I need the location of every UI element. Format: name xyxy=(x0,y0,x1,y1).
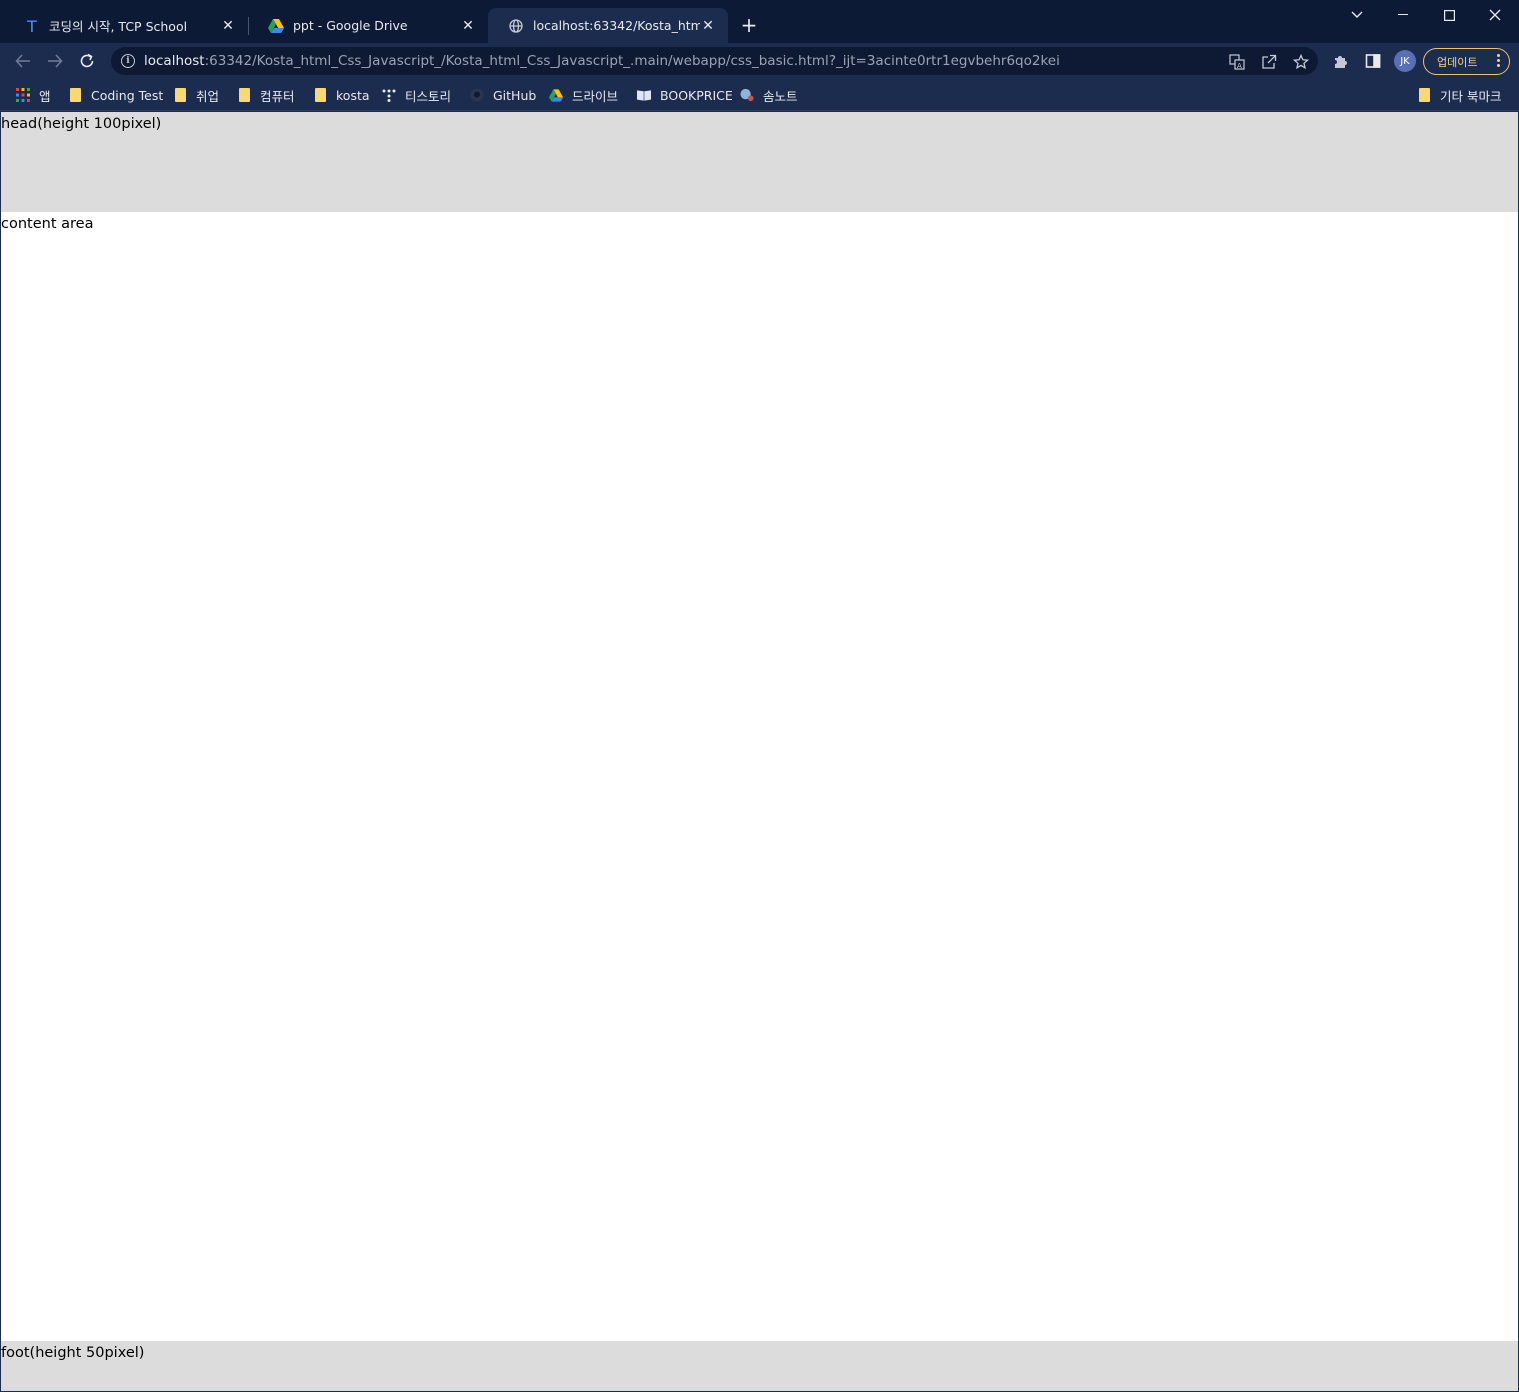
bookmark-label: BOOKPRICE xyxy=(660,87,733,103)
maximize-icon[interactable] xyxy=(1426,4,1472,26)
svg-text:A: A xyxy=(1237,62,1242,70)
folder-icon xyxy=(313,88,327,102)
back-arrow-icon[interactable] xyxy=(11,49,35,73)
browser-toolbar: i localhost:63342/Kosta_html_Css_Javascr… xyxy=(0,43,1519,79)
close-icon[interactable]: ✕ xyxy=(460,18,476,34)
google-drive-icon xyxy=(549,88,563,102)
folder-icon xyxy=(237,88,251,102)
reload-icon[interactable] xyxy=(75,49,99,73)
tab-localhost[interactable]: localhost:63342/Kosta_html_Css_ ✕ xyxy=(488,8,728,43)
svg-text:T: T xyxy=(26,18,37,34)
folder-icon xyxy=(68,88,82,102)
folder-icon xyxy=(173,88,187,102)
bookmark-coding-test[interactable]: Coding Test xyxy=(68,85,163,105)
tistory-icon xyxy=(382,88,396,102)
side-panel-icon[interactable] xyxy=(1364,52,1382,70)
close-icon[interactable]: ✕ xyxy=(220,18,236,34)
close-icon[interactable]: ✕ xyxy=(700,18,716,34)
page-content: content area xyxy=(1,212,1518,1341)
content-text: content area xyxy=(1,216,94,232)
globe-icon xyxy=(508,18,524,34)
bookmark-kosta[interactable]: kosta xyxy=(313,85,370,105)
page-head: head(height 100pixel) xyxy=(1,112,1518,212)
bookmark-label: 컴퓨터 xyxy=(260,88,295,104)
page-viewport: head(height 100pixel) content area foot(… xyxy=(1,112,1518,1391)
head-text: head(height 100pixel) xyxy=(1,116,162,132)
bookmark-label: kosta xyxy=(336,87,370,103)
tab-title: localhost:63342/Kosta_html_Css_ xyxy=(533,18,700,33)
bookmark-job[interactable]: 취업 xyxy=(173,85,219,105)
tab-title: 코딩의 시작, TCP School xyxy=(49,19,188,34)
url-host: localhost xyxy=(144,53,205,69)
bookmark-label: 앱 xyxy=(39,88,51,104)
forward-arrow-icon[interactable] xyxy=(43,49,67,73)
bookmark-apps[interactable]: 앱 xyxy=(16,85,51,105)
bookmark-label: 기타 북마크 xyxy=(1440,88,1502,104)
book-icon xyxy=(637,88,651,102)
somnote-icon xyxy=(740,88,754,102)
page-foot: foot(height 50pixel) xyxy=(1,1341,1518,1391)
extensions-puzzle-icon[interactable] xyxy=(1332,52,1350,70)
bookmark-label: 드라이브 xyxy=(572,88,619,104)
update-button[interactable]: 업데이트 xyxy=(1423,48,1510,75)
google-drive-icon xyxy=(268,18,284,34)
window-frame-left xyxy=(0,111,1,1392)
url-path: :63342/Kosta_html_Css_Javascript_/Kosta_… xyxy=(204,53,1060,69)
bookmark-bookprice[interactable]: BOOKPRICE xyxy=(637,85,733,105)
address-bar[interactable]: i localhost:63342/Kosta_html_Css_Javascr… xyxy=(111,47,1318,75)
update-label: 업데이트 xyxy=(1437,55,1478,69)
bookmark-star-icon[interactable] xyxy=(1292,53,1310,71)
foot-text: foot(height 50pixel) xyxy=(1,1345,145,1361)
folder-icon xyxy=(1417,88,1431,102)
tab-google-drive[interactable]: ppt - Google Drive ✕ xyxy=(248,8,488,43)
bookmark-computer[interactable]: 컴퓨터 xyxy=(237,85,295,105)
more-menu-icon[interactable] xyxy=(1497,54,1500,67)
bookmark-github[interactable]: GitHub xyxy=(470,85,536,105)
translate-icon[interactable]: A xyxy=(1228,53,1246,71)
bookmark-somnote[interactable]: 솜노트 xyxy=(740,85,798,105)
close-window-icon[interactable] xyxy=(1472,4,1518,26)
address-url[interactable]: localhost:63342/Kosta_html_Css_Javascrip… xyxy=(144,53,1060,69)
profile-avatar[interactable]: JK xyxy=(1394,50,1416,72)
tab-strip: T 코딩의 시작, TCP School ✕ ppt - Google Driv… xyxy=(0,0,1519,43)
github-icon xyxy=(470,88,484,102)
bookmark-label: 티스토리 xyxy=(405,88,452,104)
tab-search-chevron-icon[interactable] xyxy=(1334,4,1380,26)
bookmark-label: Coding Test xyxy=(91,87,164,103)
tab-title: ppt - Google Drive xyxy=(293,18,408,33)
bookmark-other[interactable]: 기타 북마크 xyxy=(1417,85,1501,105)
bookmarks-bar: 앱 Coding Test 취업 컴퓨터 kosta 티스토리 GitHub 드… xyxy=(0,79,1519,111)
bookmark-label: GitHub xyxy=(493,87,537,103)
bookmark-tistory[interactable]: 티스토리 xyxy=(382,85,451,105)
bookmark-label: 취업 xyxy=(196,88,220,104)
new-tab-button[interactable]: + xyxy=(738,13,760,37)
tab-tcp-school[interactable]: T 코딩의 시작, TCP School ✕ xyxy=(4,8,248,43)
tcp-school-t-icon: T xyxy=(24,18,40,34)
minimize-icon[interactable] xyxy=(1380,4,1426,26)
bookmark-label: 솜노트 xyxy=(763,88,798,104)
bookmark-drive[interactable]: 드라이브 xyxy=(549,85,618,105)
apps-grid-icon xyxy=(16,88,30,102)
share-icon[interactable] xyxy=(1260,53,1278,71)
site-info-icon[interactable]: i xyxy=(121,54,135,68)
